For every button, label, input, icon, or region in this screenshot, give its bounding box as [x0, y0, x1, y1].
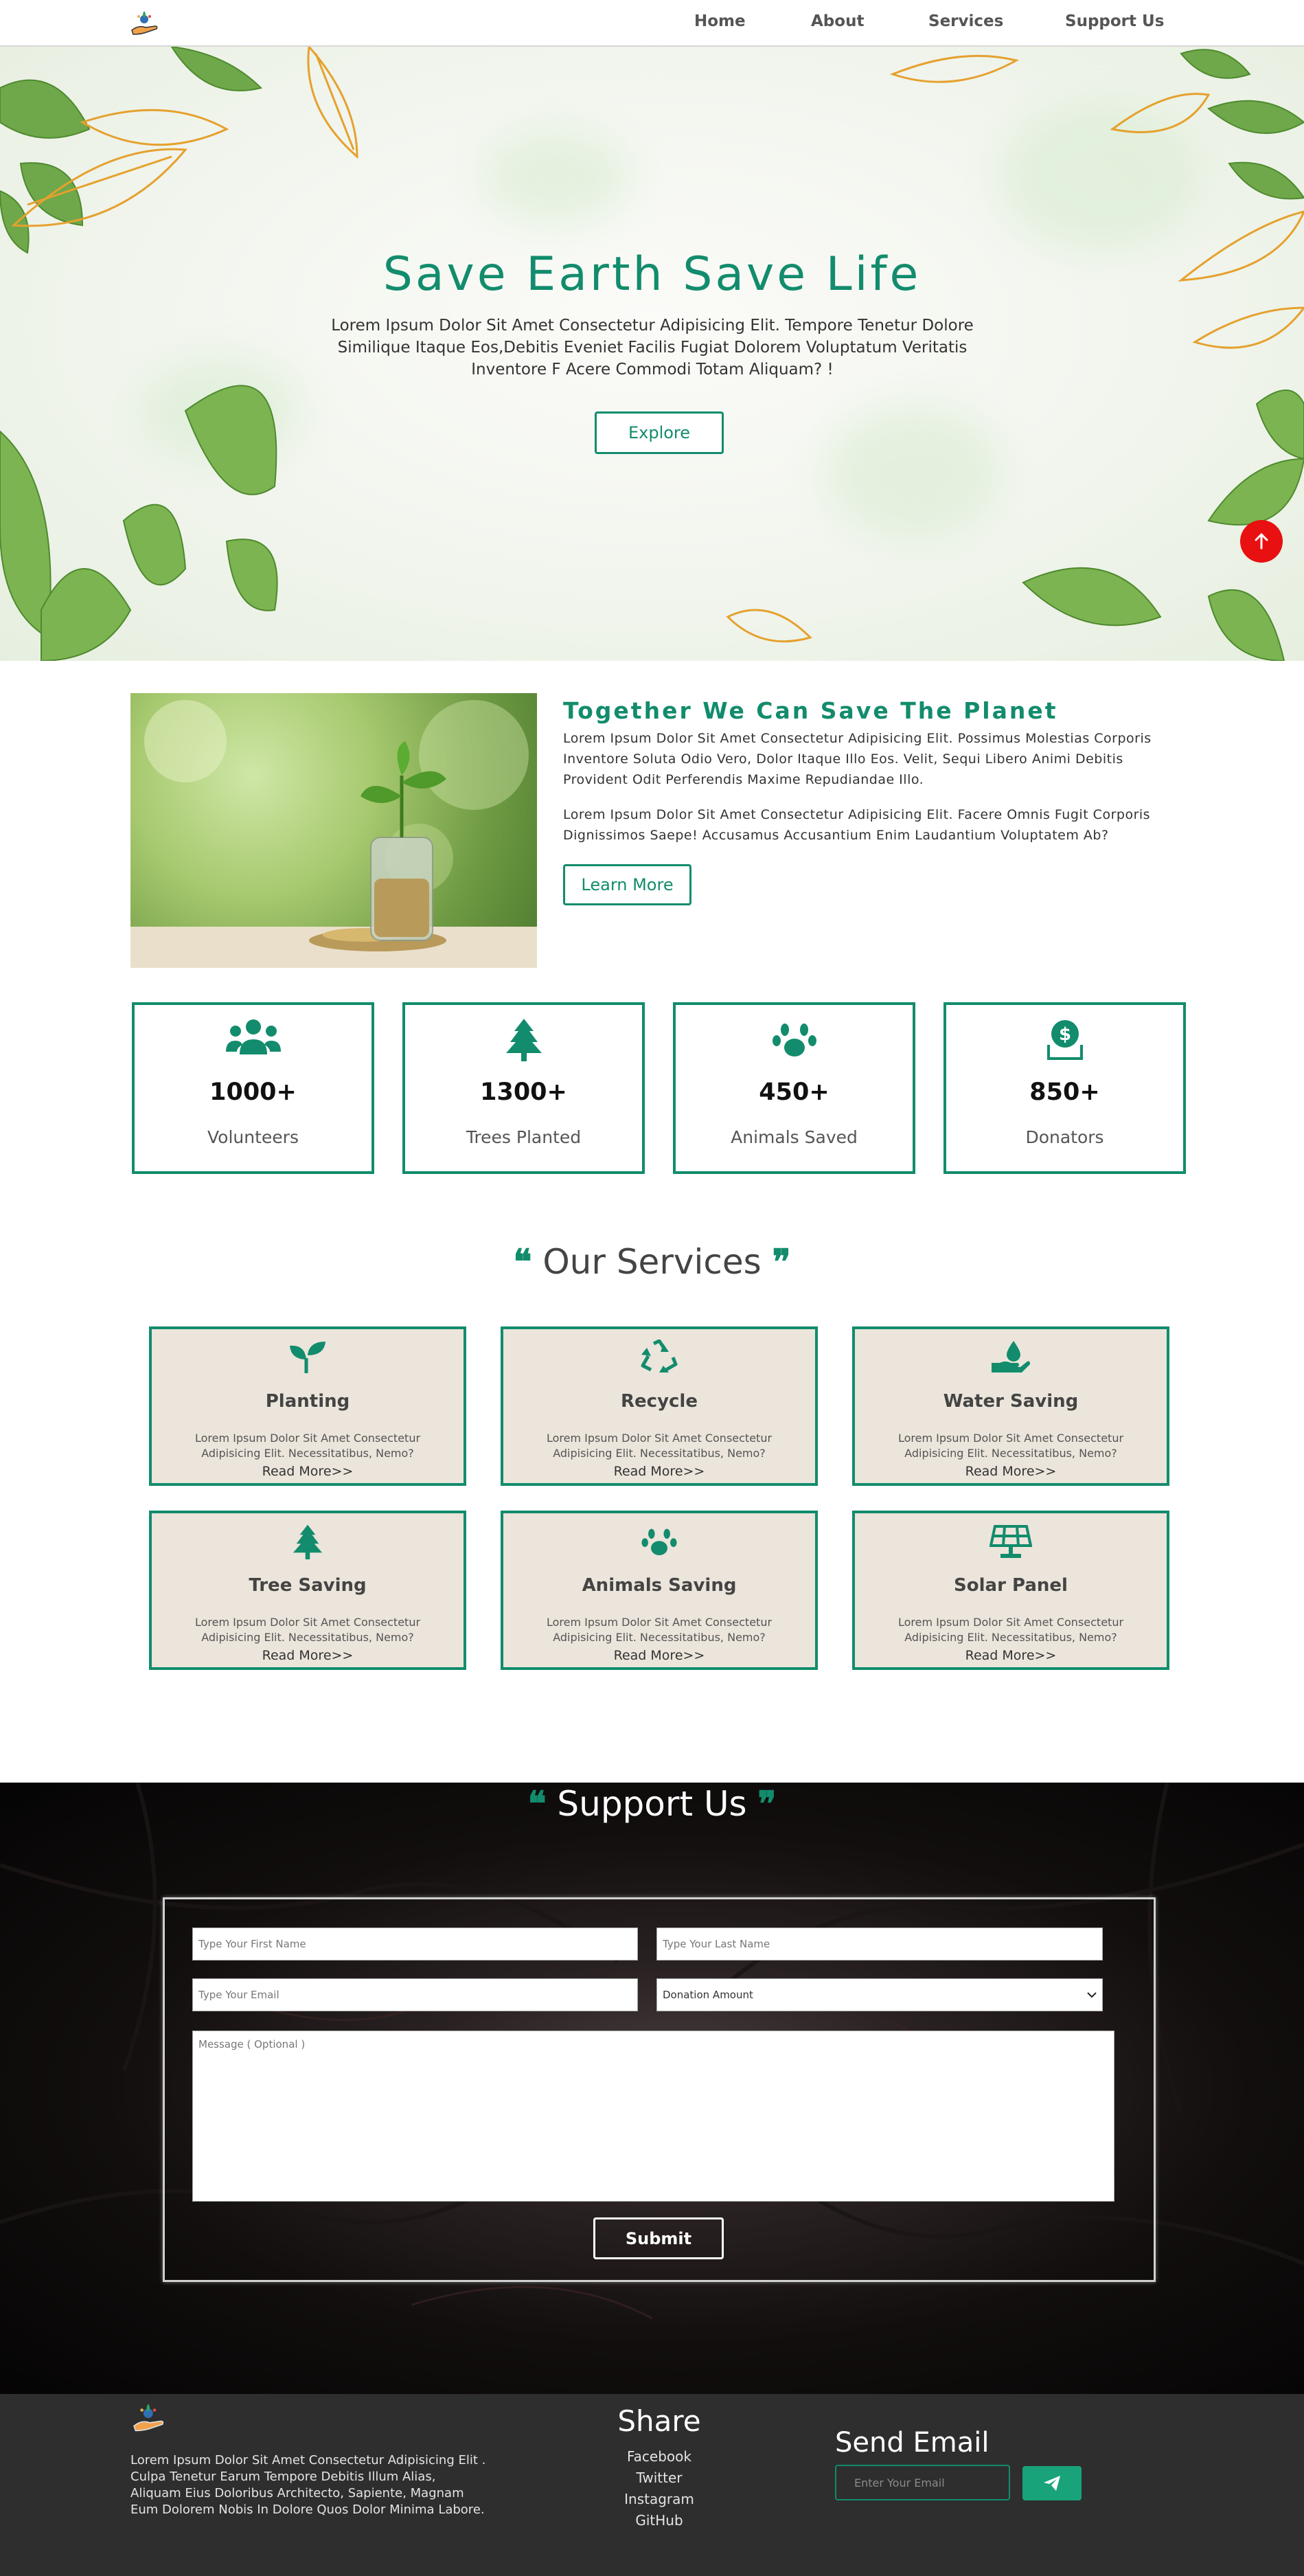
paper-plane-icon — [1044, 2476, 1060, 2491]
read-more-link[interactable]: Read More>> — [503, 1648, 815, 1663]
seedling-icon — [152, 1339, 464, 1376]
paw-icon — [676, 1013, 913, 1065]
stat-number: 1000+ — [209, 1078, 297, 1106]
service-name: Recycle — [621, 1391, 698, 1412]
nav-about[interactable]: About — [811, 12, 864, 30]
stat-card-volunteers: 1000+ Volunteers — [132, 1002, 374, 1174]
recycle-icon — [503, 1339, 815, 1376]
read-more-link[interactable]: Read More>> — [503, 1464, 815, 1479]
support-heading: ❝ Support Us ❞ — [0, 1783, 1304, 1824]
stat-label: Animals Saved — [731, 1127, 858, 1147]
read-more-link[interactable]: Read More>> — [855, 1464, 1167, 1479]
close-quote-icon: ❞ — [772, 1241, 791, 1282]
chevron-down-icon — [1087, 1989, 1097, 2001]
donate-icon: $ — [946, 1013, 1183, 1065]
service-description: Lorem Ipsum Dolor Sit Amet Consectetur A… — [546, 1432, 773, 1460]
about-paragraph-1: Lorem Ipsum Dolor Sit Amet Consectetur A… — [563, 731, 1152, 787]
arrow-up-icon — [1255, 532, 1268, 550]
open-quote-icon: ❝ — [513, 1241, 532, 1282]
services-title: Our Services — [542, 1242, 762, 1282]
service-card-recycle: Recycle Lorem Ipsum Dolor Sit Amet Conse… — [501, 1326, 818, 1486]
navbar: Home About Services Support Us — [0, 0, 1304, 47]
stat-card-animals: 450+ Animals Saved — [673, 1002, 915, 1174]
donation-amount-value: Donation Amount — [663, 1989, 753, 2001]
hero-text: Lorem Ipsum Dolor Sit Amet Consectetur A… — [331, 317, 974, 379]
read-more-link[interactable]: Read More>> — [152, 1464, 464, 1479]
footer-email-input[interactable]: Enter Your Email — [835, 2465, 1010, 2500]
share-title: Share — [617, 2404, 701, 2438]
share-github-link[interactable]: GitHub — [549, 2512, 769, 2529]
tree-icon — [152, 1523, 464, 1560]
stat-card-trees: 1300+ Trees Planted — [402, 1002, 645, 1174]
service-description: Lorem Ipsum Dolor Sit Amet Consectetur A… — [897, 1616, 1124, 1644]
send-button[interactable] — [1022, 2466, 1082, 2500]
service-description: Lorem Ipsum Dolor Sit Amet Consectetur A… — [194, 1432, 421, 1460]
share-twitter-link[interactable]: Twitter — [549, 2470, 769, 2486]
service-name: Water Saving — [943, 1391, 1079, 1412]
submit-button[interactable]: Submit — [593, 2217, 724, 2259]
email-input[interactable]: Type Your Email — [192, 1978, 638, 2011]
first-name-input[interactable]: Type Your First Name — [192, 1928, 638, 1961]
water-hand-icon — [855, 1339, 1167, 1376]
service-card-animals-saving: Animals Saving Lorem Ipsum Dolor Sit Ame… — [501, 1511, 818, 1670]
close-quote-icon: ❞ — [757, 1783, 777, 1824]
stat-label: Volunteers — [207, 1127, 299, 1147]
stat-label: Trees Planted — [466, 1127, 582, 1147]
service-card-tree-saving: Tree Saving Lorem Ipsum Dolor Sit Amet C… — [149, 1511, 466, 1670]
service-description: Lorem Ipsum Dolor Sit Amet Consectetur A… — [194, 1616, 421, 1644]
stat-label: Donators — [1025, 1127, 1104, 1147]
open-quote-icon: ❝ — [527, 1783, 547, 1824]
about-title: Together We Can Save The Planet — [563, 697, 1058, 724]
logo-icon[interactable] — [130, 2402, 168, 2434]
tree-icon — [405, 1013, 642, 1065]
send-email-title: Send Email — [835, 2427, 990, 2459]
service-description: Lorem Ipsum Dolor Sit Amet Consectetur A… — [897, 1432, 1124, 1460]
nav-home[interactable]: Home — [694, 12, 746, 30]
stat-card-donators: $ 850+ Donators — [943, 1002, 1186, 1174]
logo-icon[interactable] — [129, 10, 161, 37]
last-name-input[interactable]: Type Your Last Name — [656, 1928, 1103, 1961]
paw-icon — [503, 1523, 815, 1560]
share-instagram-link[interactable]: Instagram — [549, 2491, 769, 2507]
services-heading: ❝ Our Services ❞ — [0, 1241, 1304, 1282]
solar-panel-icon — [855, 1523, 1167, 1560]
donation-amount-select[interactable]: Donation Amount — [656, 1978, 1103, 2011]
users-icon — [135, 1013, 371, 1065]
nav-support-us[interactable]: Support Us — [1065, 12, 1164, 30]
service-name: Tree Saving — [249, 1575, 367, 1596]
service-card-planting: Planting Lorem Ipsum Dolor Sit Amet Cons… — [149, 1326, 466, 1486]
explore-button[interactable]: Explore — [595, 411, 724, 454]
share-facebook-link[interactable]: Facebook — [549, 2448, 769, 2465]
message-textarea[interactable]: Message ( Optional ) — [192, 2031, 1114, 2202]
nav-services[interactable]: Services — [928, 12, 1003, 30]
service-name: Planting — [265, 1391, 350, 1412]
service-card-solar-panel: Solar Panel Lorem Ipsum Dolor Sit Amet C… — [852, 1511, 1169, 1670]
service-description: Lorem Ipsum Dolor Sit Amet Consectetur A… — [546, 1616, 773, 1644]
support-title: Support Us — [557, 1784, 747, 1824]
about-paragraph-2: Lorem Ipsum Dolor Sit Amet Consectetur A… — [563, 807, 1151, 843]
about-image — [130, 693, 537, 968]
hero-title: Save Earth Save Life — [382, 247, 922, 302]
svg-text:$: $ — [1058, 1024, 1071, 1045]
service-name: Solar Panel — [954, 1575, 1068, 1596]
stat-number: 850+ — [1029, 1078, 1100, 1106]
footer-description: Lorem Ipsum Dolor Sit Amet Consectetur A… — [130, 2453, 486, 2517]
service-name: Animals Saving — [582, 1575, 737, 1596]
stat-number: 450+ — [759, 1078, 830, 1106]
read-more-link[interactable]: Read More>> — [855, 1648, 1167, 1663]
service-card-water-saving: Water Saving Lorem Ipsum Dolor Sit Amet … — [852, 1326, 1169, 1486]
learn-more-button[interactable]: Learn More — [563, 864, 691, 905]
scroll-to-top-button[interactable] — [1240, 520, 1283, 563]
read-more-link[interactable]: Read More>> — [152, 1648, 464, 1663]
hero-section: Save Earth Save Life Lorem Ipsum Dolor S… — [0, 47, 1304, 661]
stat-number: 1300+ — [480, 1078, 567, 1106]
